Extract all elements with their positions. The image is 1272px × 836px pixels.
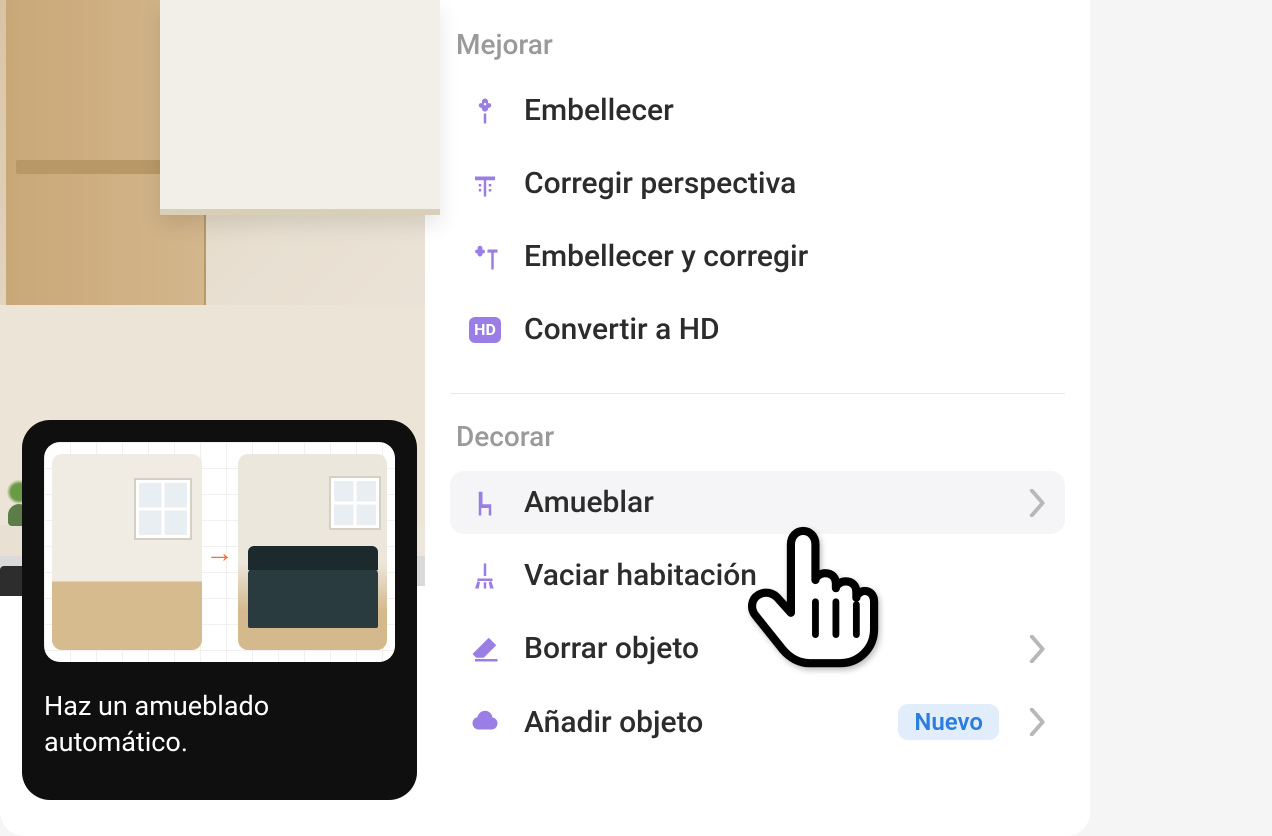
tooltip-text: Haz un amueblado automático.: [44, 688, 395, 761]
decorate-empty-room-item[interactable]: Vaciar habitación: [450, 544, 1065, 607]
broom-icon: [468, 559, 502, 593]
menu-item-label: Embellecer: [524, 93, 1047, 128]
enhance-beautify-item[interactable]: Embellecer: [450, 79, 1065, 142]
new-badge: Nuevo: [898, 704, 999, 740]
hd-icon: HD: [468, 313, 502, 347]
chevron-right-icon: [1029, 489, 1047, 517]
flower-icon: [468, 94, 502, 128]
scene-element: [160, 0, 440, 215]
after-image: [238, 454, 388, 650]
before-image: [52, 454, 202, 650]
menu-item-label: Borrar objeto: [524, 631, 1007, 666]
menu-item-label: Embellecer y corregir: [524, 239, 1047, 274]
decorate-section: Decorar Amueblar Vaciar habitación Borra…: [450, 420, 1065, 786]
menu-item-label: Vaciar habitación: [524, 558, 1047, 593]
section-header-decorate: Decorar: [450, 420, 1065, 453]
decorate-add-object-item[interactable]: Añadir objeto Nuevo: [450, 690, 1065, 754]
enhance-beautify-fix-item[interactable]: Embellecer y corregir: [450, 225, 1065, 288]
preview-panel: → Haz un amueblado automático.: [0, 0, 425, 836]
chair-icon: [468, 486, 502, 520]
decorate-furnish-item[interactable]: Amueblar: [450, 471, 1065, 534]
enhance-hd-item[interactable]: HD Convertir a HD: [450, 298, 1065, 361]
enhance-section: Mejorar Embellecer Corregir perspectiva …: [450, 28, 1065, 394]
decorate-erase-object-item[interactable]: Borrar objeto: [450, 617, 1065, 680]
menu-item-label: Corregir perspectiva: [524, 166, 1047, 201]
flower-ruler-icon: [468, 240, 502, 274]
tooltip-card: → Haz un amueblado automático.: [22, 420, 417, 800]
section-header-enhance: Mejorar: [450, 28, 1065, 61]
chevron-right-icon: [1029, 708, 1047, 736]
arrow-right-icon: →: [206, 536, 234, 569]
tools-panel: Mejorar Embellecer Corregir perspectiva …: [425, 0, 1090, 836]
app-window: → Haz un amueblado automático. Mejorar E…: [0, 0, 1090, 836]
eraser-icon: [468, 632, 502, 666]
menu-item-label: Convertir a HD: [524, 312, 1047, 347]
chevron-right-icon: [1029, 635, 1047, 663]
menu-item-label: Amueblar: [524, 485, 1007, 520]
menu-item-label: Añadir objeto: [524, 705, 876, 740]
cloud-icon: [468, 705, 502, 739]
tooltip-preview: →: [44, 442, 395, 662]
enhance-perspective-item[interactable]: Corregir perspectiva: [450, 152, 1065, 215]
ruler-icon: [468, 167, 502, 201]
